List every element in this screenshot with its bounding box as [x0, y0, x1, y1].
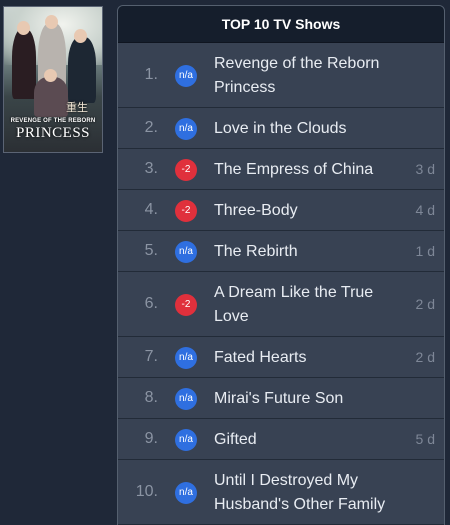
top-shows-panel: TOP 10 TV Shows 1. n/a Revenge of the Rebo…	[117, 5, 445, 525]
rank-change-badge: -2	[175, 158, 197, 181]
show-title[interactable]: Mirai's Future Son	[214, 387, 400, 411]
poster-title: PRINCESS	[15, 125, 91, 141]
rank-new-badge: n/a	[175, 387, 197, 410]
show-row[interactable]: 6. -2 A Dream Like the True Love 2 d	[118, 272, 444, 337]
poster-face-left	[17, 21, 30, 35]
show-title[interactable]: The Empress of China	[214, 158, 400, 182]
show-row[interactable]: 5. n/a The Rebirth 1 d	[118, 231, 444, 272]
show-rank: 10.	[135, 482, 158, 500]
page: 重生 REVENGE OF THE REBORN PRINCESS TOP 10…	[0, 0, 450, 525]
show-row[interactable]: 1. n/a Revenge of the Reborn Princess	[118, 43, 444, 108]
show-row[interactable]: 10. n/a Until I Destroyed My Husband's Oth…	[118, 460, 444, 525]
rank-new-badge: n/a	[175, 428, 197, 451]
show-rank: 2.	[144, 118, 158, 136]
poster-figure-right	[68, 37, 96, 103]
rank-change-badge: -2	[175, 293, 197, 316]
poster-figure-left	[12, 29, 36, 99]
days-on-list: 3 d	[415, 160, 435, 177]
rank-new-badge: n/a	[175, 346, 197, 369]
poster-figure-front	[34, 77, 68, 117]
poster-face-right	[74, 29, 87, 43]
days-on-list: 1 d	[415, 242, 435, 259]
days-on-list: 5 d	[415, 430, 435, 447]
show-title[interactable]: A Dream Like the True Love	[214, 281, 400, 329]
show-row[interactable]: 2. n/a Love in the Clouds	[118, 108, 444, 149]
show-title[interactable]: The Rebirth	[214, 240, 400, 264]
days-on-list: 4 d	[415, 201, 435, 218]
show-list: 1. n/a Revenge of the Reborn Princess 2. n/a…	[118, 43, 444, 525]
show-title[interactable]: Three-Body	[214, 199, 400, 223]
show-rank: 6.	[144, 294, 158, 312]
show-title[interactable]: Gifted	[214, 428, 400, 452]
show-rank: 3.	[144, 159, 158, 177]
show-title[interactable]: Until I Destroyed My Husband's Other Fam…	[214, 469, 400, 517]
show-title[interactable]: Revenge of the Reborn Princess	[214, 52, 400, 100]
poster-face-front	[44, 69, 57, 82]
show-rank: 1.	[144, 65, 158, 83]
days-on-list: 2 d	[415, 295, 435, 312]
show-title[interactable]: Fated Hearts	[214, 346, 400, 370]
show-rank: 4.	[144, 200, 158, 218]
show-row[interactable]: 9. n/a Gifted 5 d	[118, 419, 444, 460]
show-row[interactable]: 8. n/a Mirai's Future Son	[118, 378, 444, 419]
poster-face-center	[45, 15, 58, 29]
show-title[interactable]: Love in the Clouds	[214, 117, 400, 141]
poster-calligraphy: 重生	[66, 101, 88, 114]
rank-new-badge: n/a	[175, 64, 197, 87]
poster-subtitle: REVENGE OF THE REBORN	[10, 118, 96, 124]
rank-change-badge: -2	[175, 199, 197, 222]
show-poster[interactable]: 重生 REVENGE OF THE REBORN PRINCESS	[3, 6, 103, 153]
rank-new-badge: n/a	[175, 240, 197, 263]
show-rank: 8.	[144, 388, 158, 406]
rank-new-badge: n/a	[175, 481, 197, 504]
show-rank: 5.	[144, 241, 158, 259]
days-on-list: 2 d	[415, 348, 435, 365]
show-row[interactable]: 3. -2 The Empress of China 3 d	[118, 149, 444, 190]
rank-new-badge: n/a	[175, 117, 197, 140]
show-rank: 9.	[144, 429, 158, 447]
show-row[interactable]: 7. n/a Fated Hearts 2 d	[118, 337, 444, 378]
show-rank: 7.	[144, 347, 158, 365]
panel-header: TOP 10 TV Shows	[118, 6, 444, 43]
show-row[interactable]: 4. -2 Three-Body 4 d	[118, 190, 444, 231]
